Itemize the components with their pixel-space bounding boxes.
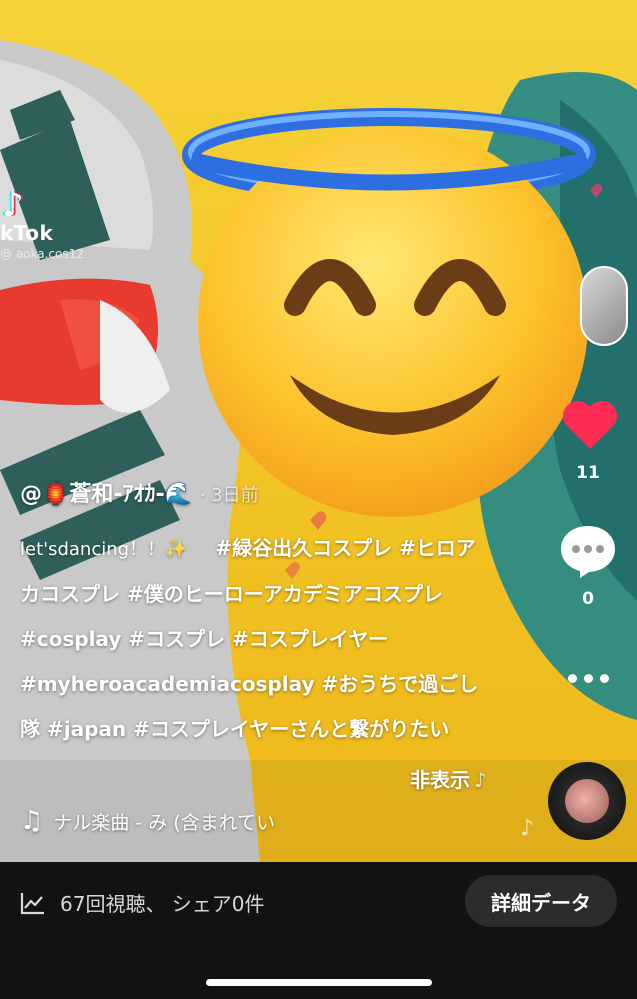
heart-icon	[563, 401, 617, 449]
music-note-icon: ♪	[474, 768, 487, 792]
stats-text: 67回視聴、 シェア0件	[60, 892, 265, 916]
music-disc-thumbnail	[565, 779, 609, 823]
comment-button[interactable]	[557, 520, 619, 582]
home-indicator[interactable]	[206, 979, 432, 986]
caption-intro: let'sdancing！！✨	[20, 539, 188, 560]
tiktok-watermark: ♪ kTok @ aoka.cos12	[0, 185, 110, 261]
more-options-button[interactable]	[560, 664, 616, 692]
music-note-icon: ♫	[20, 806, 44, 836]
sound-title[interactable]: ナル楽曲 - み (含まれてい	[53, 808, 275, 835]
caption-hashtags[interactable]: #緑谷出久コスプレ #ヒロアカコスプレ #僕のヒーローアカデミアコスプレ #co…	[20, 536, 478, 741]
comment-icon	[561, 526, 615, 578]
hide-label[interactable]: 非表示	[410, 768, 470, 792]
floating-music-note-icon: ♪	[520, 816, 535, 841]
author-name[interactable]: @🏮蒼和-ｱｵｶ-🌊	[20, 482, 192, 507]
hide-caption-button[interactable]: 非表示 ♪	[410, 764, 487, 793]
creator-avatar[interactable]	[580, 266, 628, 346]
watermark-app-name: kTok	[0, 221, 54, 245]
tiktok-logo-icon: ♪	[2, 185, 24, 225]
bottom-bar: 67回視聴、 シェア0件 詳細データ	[0, 862, 637, 999]
angel-emoji-icon	[182, 108, 596, 517]
stats-chart-icon	[20, 892, 44, 914]
music-disc-button[interactable]	[548, 762, 626, 840]
like-button[interactable]	[560, 395, 620, 455]
more-icon	[567, 673, 577, 683]
view-stats: 67回視聴、 シェア0件	[20, 888, 265, 917]
comment-count: 0	[582, 589, 594, 609]
video-caption: let'sdancing！！✨ #緑谷出久コスプレ #ヒロアカコスプレ #僕のヒ…	[20, 526, 490, 752]
details-data-button[interactable]: 詳細データ	[465, 875, 617, 927]
author-line[interactable]: @🏮蒼和-ｱｵｶ-🌊 · 3日前	[20, 476, 259, 508]
watermark-handle: @ aoka.cos12	[0, 247, 84, 261]
post-date: · 3日前	[199, 485, 259, 506]
sound-info[interactable]: ♫ ナル楽曲 - み (含まれてい	[20, 806, 360, 836]
like-count: 11	[576, 463, 600, 483]
